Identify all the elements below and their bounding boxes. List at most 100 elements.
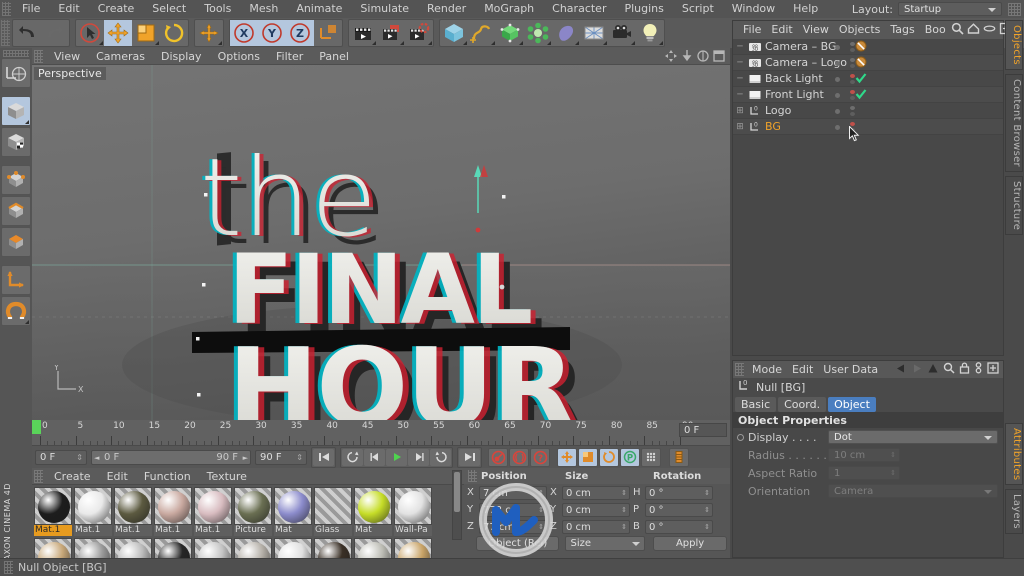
viewport-3d[interactable]: the the the the FINAL FINAL FINAL FINAL … [32,65,730,420]
search-icon[interactable] [943,362,955,377]
status-bar-grip[interactable] [4,561,13,574]
attribute-tab-basic[interactable]: Basic [735,397,776,412]
viewport-menu-panel[interactable]: Panel [311,48,357,65]
edges-mode-icon[interactable] [1,196,31,226]
move-tool-button[interactable] [104,20,132,46]
range-end-input[interactable]: 90 F [255,450,307,465]
material-grip[interactable] [34,470,43,483]
material-name[interactable]: Mat.1 [154,525,192,536]
coordinates-grip[interactable] [468,470,477,482]
coordinate-mode-button[interactable]: Object (Rel) [476,536,559,551]
object-menu-edit[interactable]: Edit [766,21,797,39]
menu-create[interactable]: Create [89,0,144,18]
camera-button[interactable] [608,20,636,46]
material-item[interactable]: Mat.1 [194,487,232,536]
material-item[interactable] [114,538,152,559]
model-mode-icon[interactable] [1,96,31,126]
menu-mograph[interactable]: MoGraph [475,0,543,18]
menu-character[interactable]: Character [543,0,615,18]
material-item[interactable]: Mat [354,487,392,536]
preview-range-slider[interactable]: 0 F 90 F [91,450,251,465]
material-thumbnail[interactable] [194,538,232,559]
orientation-select[interactable]: Camera [828,484,998,498]
aspect-ratio-input[interactable]: 1 [828,466,900,480]
step-back-icon[interactable] [364,449,385,466]
current-frame-input[interactable]: 0 F [35,450,87,465]
object-expand-toggle[interactable]: ─ [733,90,747,100]
viewport-menu-filter[interactable]: Filter [268,48,311,65]
material-name[interactable]: Picture [234,525,272,536]
object-editor-visibility-dot[interactable] [835,93,840,98]
dolly-icon[interactable] [680,49,694,63]
material-thumbnail[interactable] [354,538,392,559]
object-row[interactable]: ─oo3DCamera – Logo [733,55,1003,71]
material-thumbnail[interactable] [74,487,112,525]
viewport-menu-options[interactable]: Options [210,48,268,65]
viewport-grip[interactable] [34,50,43,63]
side-tab-attributes[interactable]: Attributes [1005,423,1023,485]
material-thumbnail[interactable] [114,487,152,525]
material-thumbnail[interactable] [314,538,352,559]
material-item[interactable] [194,538,232,559]
material-thumbnail[interactable] [154,538,192,559]
menu-window[interactable]: Window [723,0,784,18]
object-name[interactable]: Front Light [765,88,824,101]
material-thumbnail[interactable] [194,487,232,525]
menu-edit[interactable]: Edit [49,0,88,18]
object-editor-visibility-dot[interactable] [835,125,840,130]
attribute-tabs[interactable]: BasicCoord.Object [733,396,1003,412]
material-thumbnail[interactable] [314,487,352,525]
material-menu-function[interactable]: Function [136,468,199,485]
material-item[interactable] [354,538,392,559]
side-tab-objects[interactable]: Objects [1005,20,1023,70]
menu-file[interactable]: File [13,0,49,18]
material-thumbnail[interactable] [234,538,272,559]
polygons-mode-icon[interactable] [1,227,31,257]
texture-mode-icon[interactable] [1,127,31,157]
material-thumbnail[interactable] [74,538,112,559]
object-editor-visibility-dot[interactable] [835,45,840,50]
side-tab-layers[interactable]: Layers [1005,489,1023,534]
object-render-visibility-dots[interactable] [850,106,855,116]
material-menu-texture[interactable]: Texture [199,468,255,485]
key-rotation-icon[interactable] [599,448,619,467]
subdivision-surface-button[interactable] [496,20,524,46]
position-y-input[interactable]: 772 cm [479,503,547,517]
material-name[interactable]: Mat.1 [114,525,152,536]
viewport-menu-view[interactable]: View [46,48,88,65]
key-scale-icon[interactable] [578,448,598,467]
render-region-button[interactable] [377,20,405,46]
object-editor-visibility-dot[interactable] [835,77,840,82]
check-green-icon[interactable] [855,88,867,103]
object-expand-toggle[interactable]: ─ [733,42,747,52]
add-cross-button[interactable] [195,20,223,46]
object-row[interactable]: ⊞0Logo [733,103,1003,119]
disable-icon[interactable] [855,40,867,55]
material-name[interactable]: Mat [274,525,312,536]
key-pla-icon[interactable] [641,448,661,467]
disable-icon[interactable] [855,56,867,71]
material-name[interactable]: Mat.1 [74,525,112,536]
menubar-grip[interactable] [2,2,11,16]
material-name[interactable]: Mat [354,525,392,536]
material-item[interactable]: Mat [274,487,312,536]
animation-layers-icon[interactable] [669,448,689,467]
object-row[interactable]: ─oo3DCamera – BG [733,39,1003,55]
size-x-input[interactable]: 0 cm [562,486,630,500]
go-to-end-icon[interactable] [459,449,480,466]
object-row[interactable]: ─Back Light [733,71,1003,87]
material-thumbnail[interactable] [114,538,152,559]
object-name[interactable]: Camera – BG [765,40,837,53]
rotation-h-input[interactable]: 0 ° [645,486,713,500]
material-thumbnail[interactable] [274,487,312,525]
scene-floor-button[interactable] [580,20,608,46]
material-thumbnail[interactable] [274,538,312,559]
record-keyframe-icon[interactable] [488,448,508,467]
attribute-tab-object[interactable]: Object [828,397,876,412]
material-thumbnail[interactable] [154,487,192,525]
viewport-menu-cameras[interactable]: Cameras [88,48,153,65]
y-axis-lock-button[interactable]: Y [258,20,286,46]
attribute-manager-grip[interactable] [735,363,744,376]
world-object-axis-button[interactable] [314,20,342,46]
radius-input[interactable]: 10 cm [828,448,900,462]
